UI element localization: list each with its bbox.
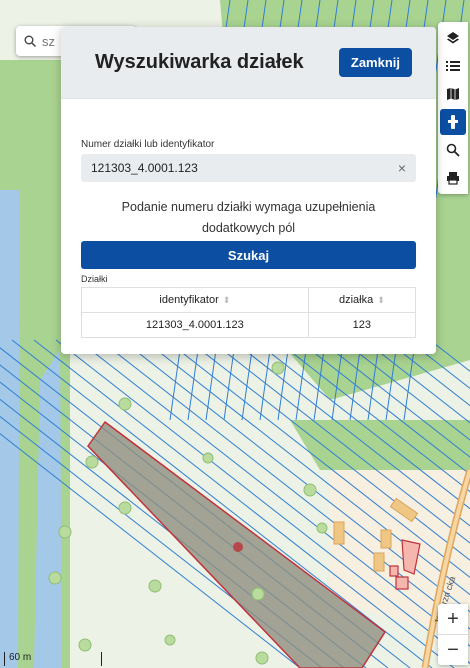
forest-area: [290, 420, 470, 470]
cell-parcel: 123: [307, 312, 417, 338]
layers-button[interactable]: [440, 25, 466, 51]
scale-bar: 60 m: [4, 652, 102, 666]
layers-icon: [447, 32, 459, 44]
close-button[interactable]: Zamknij: [338, 48, 412, 77]
measure-icon: [448, 115, 458, 129]
results-caption: Działki: [81, 274, 108, 284]
column-header-identifier[interactable]: identyfikator ⬍: [81, 287, 309, 313]
map-icon: [447, 88, 459, 100]
info-line: dodatkowych pól: [201, 221, 296, 235]
column-header-parcel[interactable]: działka ⬍: [307, 287, 417, 313]
map-toolbar: [438, 22, 468, 194]
search-button[interactable]: Szukaj: [81, 241, 416, 269]
dialog-title: Wyszukiwarka działek: [95, 51, 304, 73]
search-icon: [446, 143, 460, 157]
parcel-id-value: 121303_4.0001.123: [91, 161, 198, 175]
table-row[interactable]: 121303_4.0001.123 123: [81, 312, 417, 338]
print-button[interactable]: [440, 165, 466, 191]
scale-label: 60 m: [9, 652, 32, 663]
parcel-field-label: Numer działki lub identyfikator: [81, 139, 215, 150]
list-icon: [446, 61, 460, 71]
info-message: Podanie numeru działki wymaga uzupełnien…: [101, 197, 396, 239]
clear-icon[interactable]: ×: [398, 160, 406, 176]
print-icon: [447, 172, 459, 185]
sort-icon: ⬍: [377, 295, 385, 305]
basemap-button[interactable]: [440, 81, 466, 107]
cell-identifier: 121303_4.0001.123: [81, 312, 309, 338]
measure-button[interactable]: [440, 109, 466, 135]
map-search-placeholder: sz: [42, 33, 55, 49]
parcel-id-input[interactable]: 121303_4.0001.123 ×: [81, 154, 416, 182]
results-table: identyfikator ⬍ działka ⬍ 121303_4.0001.12…: [81, 287, 417, 338]
zoom-control: + −: [438, 604, 468, 665]
dialog-header: Wyszukiwarka działek Zamknij: [61, 27, 436, 99]
parcel-marker: [233, 542, 243, 552]
info-line: Podanie numeru działki wymaga uzupełnien…: [121, 200, 376, 214]
river: [0, 190, 20, 668]
zoom-in-button[interactable]: +: [438, 604, 468, 635]
parcel-search-dialog: Wyszukiwarka działek Zamknij Numer dział…: [61, 27, 436, 354]
legend-button[interactable]: [440, 53, 466, 79]
search-tool-button[interactable]: [440, 137, 466, 163]
search-icon: [24, 35, 36, 47]
sort-icon: ⬍: [222, 295, 231, 305]
zoom-out-button[interactable]: −: [438, 635, 468, 665]
